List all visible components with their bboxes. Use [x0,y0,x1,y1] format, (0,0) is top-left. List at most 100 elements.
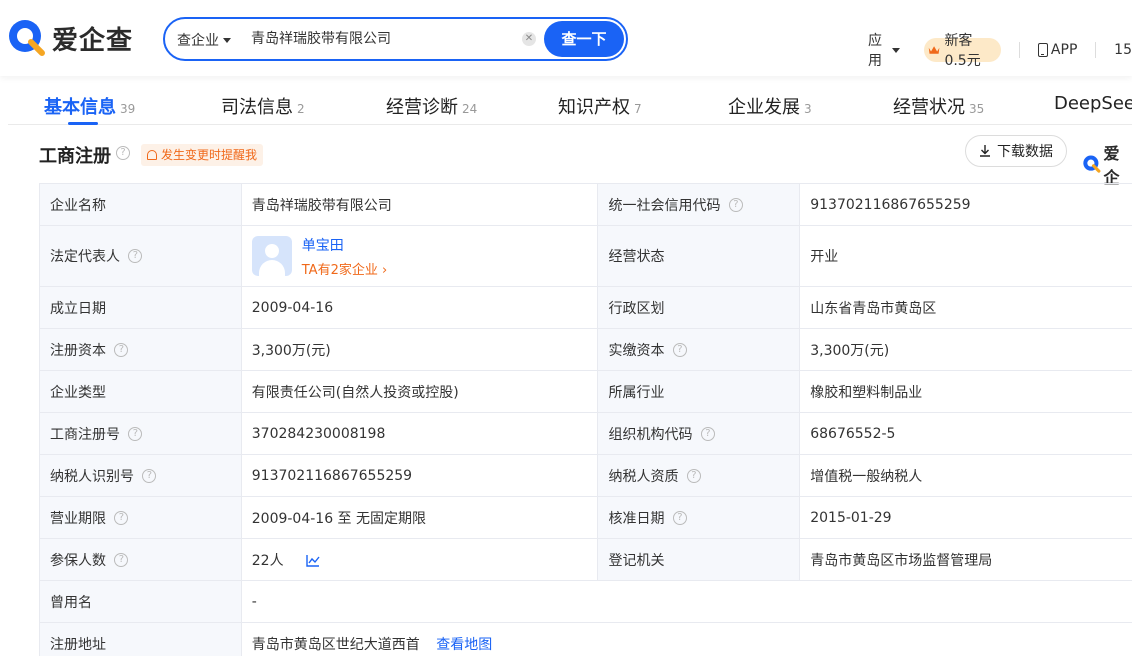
field-label: 企业类型 [39,370,242,413]
crown-icon [929,46,940,54]
field-value: 有限责任公司(自然人投资或控股) [240,370,599,413]
avatar[interactable] [251,236,292,276]
download-data-button[interactable]: 下载数据 [965,135,1067,167]
help-icon[interactable]: ? [114,552,129,567]
tab-intellectual-property[interactable]: 知识产权 7 [558,93,642,119]
credit-code-value: 913702116867655259 [810,196,971,213]
label-text: 纳税人识别号 [50,468,134,485]
tab-count: 2 [297,102,305,116]
brand-logo[interactable]: 爱企查 [6,17,133,59]
chevron-down-icon [223,37,231,43]
tab-count: 7 [634,102,642,116]
change-reminder-button[interactable]: 发生变更时提醒我 [141,144,264,166]
label-text: 统一社会信用代码 [608,197,721,214]
help-icon[interactable]: ? [128,249,143,263]
app-download-link[interactable]: APP [1037,42,1078,58]
search-type-select[interactable]: 查企业 [177,30,231,50]
tab-basic-info[interactable]: 基本信息 39 [44,93,135,119]
help-icon[interactable]: ? [114,510,129,525]
help-icon[interactable]: ? [116,146,130,160]
top-header: 爱企查 查企业 ✕ 查一下 应用 新客0.5元 APP 15 [0,0,1132,76]
top-nav-trailing-text[interactable]: 15 [1114,42,1132,58]
label-text: 纳税人资质 [608,468,679,485]
table-row: 注册地址 青岛市黄岛区世纪大道西首 查看地图 [39,622,1132,656]
field-label: 企业名称 [39,183,242,226]
representative-name-link[interactable]: 单宝田 [302,235,387,255]
newbie-offer-badge[interactable]: 新客0.5元 [924,33,1002,69]
apps-menu[interactable]: 应用 [868,30,901,70]
field-label: 实缴资本 ? [597,328,801,371]
insured-count-value: 22人 [251,552,284,569]
field-value: 370284230008198 [240,412,599,455]
tab-development[interactable]: 企业发展 3 [728,93,812,119]
field-value: 3,300万(元) [799,328,1132,371]
table-row: 注册资本 ? 3,300万(元) 实缴资本 ? 3,300万(元) [39,328,1132,371]
help-icon[interactable]: ? [114,342,129,357]
tab-count: 35 [969,102,985,116]
tab-deepseek[interactable]: DeepSeek [1054,93,1132,114]
representative-companies-link[interactable]: TA有2家企业 › [302,259,387,278]
help-icon[interactable]: ? [142,468,157,483]
label-text: 工商注册号 [50,426,120,443]
tab-label: 企业发展 [728,97,800,118]
label-text: 注册资本 [50,342,106,359]
label-text: 营业期限 [50,510,106,527]
help-icon[interactable]: ? [672,510,687,525]
help-icon[interactable]: ? [672,342,687,357]
field-label: 行政区划 [597,286,801,329]
representative-companies-label: TA有2家企业 [301,262,378,278]
field-value: 913702116867655259 [240,454,599,497]
view-map-link[interactable]: 查看地图 [436,637,492,653]
tab-label: 经营诊断 [386,97,458,118]
registration-info-table: 企业名称 青岛祥瑞胶带有限公司 统一社会信用代码 ? 9137021168676… [39,183,1132,656]
legal-representative: 单宝田 TA有2家企业 › [251,235,588,278]
field-value: 青岛祥瑞胶带有限公司 [240,183,599,226]
brand-name: 爱企查 [52,25,134,56]
table-row: 成立日期 2009-04-16 行政区划 山东省青岛市黄岛区 [39,286,1132,329]
side-brand-logo[interactable]: 爱企 [1082,140,1132,188]
table-row: 营业期限 ? 2009-04-16 至 无固定期限 核准日期 ? 2015-01… [39,496,1132,539]
trend-chart-icon[interactable] [306,554,320,567]
field-label: 组织机构代码 ? [597,412,801,455]
field-label: 曾用名 [39,580,242,623]
newbie-offer-label: 新客0.5元 [944,33,981,69]
search-input[interactable] [251,30,511,46]
table-row: 纳税人识别号 ? 913702116867655259 纳税人资质 ? 增值税一… [39,454,1132,497]
table-row: 参保人数 ? 22人 登记机关 青岛市黄岛区市场监督管理局 [39,538,1132,581]
table-row: 企业名称 青岛祥瑞胶带有限公司 统一社会信用代码 ? 9137021168676… [39,183,1132,226]
search-button[interactable]: 查一下 [544,21,624,57]
chevron-right-icon: › [382,262,388,278]
help-icon[interactable]: ? [700,426,715,441]
help-icon[interactable]: ? [128,426,143,441]
side-brand-name: 爱企 [1103,144,1120,187]
search-box: 查企业 ✕ 查一下 [163,17,628,61]
apps-label: 应用 [868,33,882,69]
help-icon[interactable]: ? [728,197,743,212]
logo-magnifier-icon [1083,155,1101,173]
help-icon[interactable]: ? [686,468,701,483]
tab-label: 司法信息 [221,97,293,118]
field-label: 营业期限 ? [39,496,242,539]
field-label: 工商注册号 ? [39,412,242,455]
tab-operating-status[interactable]: 经营状况 35 [893,93,984,119]
field-value: 3,300万(元) [240,328,599,371]
field-value: 913702116867655259 [799,183,1132,226]
clear-icon[interactable]: ✕ [522,32,536,46]
field-label: 成立日期 [39,286,242,329]
tab-judicial-info[interactable]: 司法信息 2 [221,93,305,119]
field-label: 纳税人识别号 ? [39,454,242,497]
label-text: 企业名称 [50,197,106,214]
tab-count: 24 [462,102,478,116]
field-value: 青岛市黄岛区世纪大道西首 查看地图 [240,622,1132,656]
tab-label: 知识产权 [558,97,630,118]
divider [1019,42,1020,58]
tab-count: 39 [120,102,136,116]
field-label: 参保人数 ? [39,538,242,581]
table-row: 法定代表人 ? 单宝田 TA有2家企业 › 经营状态 开业 [39,225,1132,287]
field-value: 2009-04-16 [240,286,599,329]
table-row: 企业类型 有限责任公司(自然人投资或控股) 所属行业 橡胶和塑料制品业 [39,370,1132,413]
tab-business-diagnosis[interactable]: 经营诊断 24 [386,93,477,119]
search-type-label: 查企业 [177,33,219,49]
app-label: APP [1050,42,1078,58]
field-label: 所属行业 [597,370,801,413]
